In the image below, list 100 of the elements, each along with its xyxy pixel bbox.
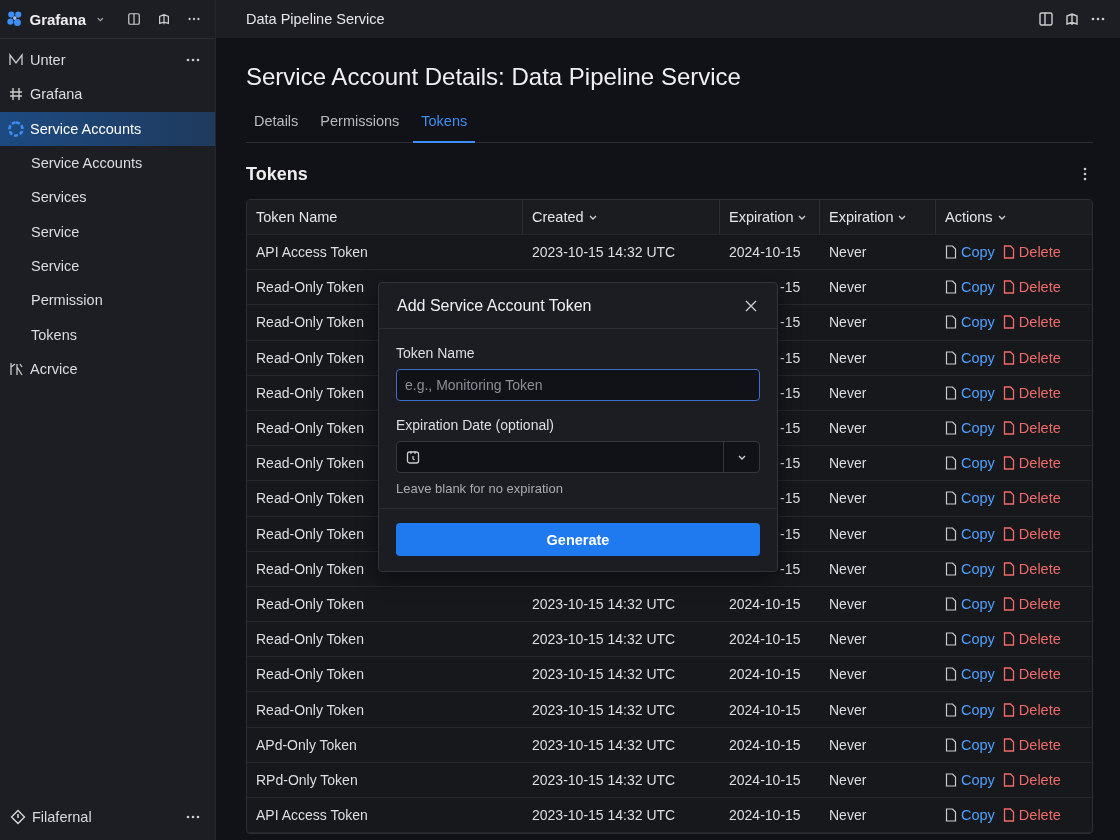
copy-link[interactable]: Copy (945, 244, 995, 261)
table-cell: -15 (780, 560, 801, 577)
copy-link[interactable]: Copy (945, 525, 995, 542)
copy-link[interactable]: Copy (945, 560, 995, 577)
table-cell: 2023-10-15 14:32 UTC (532, 736, 676, 753)
delete-link[interactable]: Delete (1002, 314, 1061, 331)
table-cell: Never (829, 279, 867, 296)
copy-link[interactable]: Copy (945, 701, 995, 718)
file-icon (1002, 808, 1015, 823)
table-cell: -15 (780, 279, 801, 296)
info-diamond-icon (10, 809, 26, 825)
generate-button[interactable]: Generate (396, 523, 760, 556)
footer-label[interactable]: Filafernal (32, 809, 92, 825)
table-cell: Never (829, 420, 867, 437)
copy-link[interactable]: Copy (945, 420, 995, 437)
delete-link[interactable]: Delete (1002, 771, 1061, 788)
book-icon[interactable] (157, 11, 171, 27)
delete-link[interactable]: Delete (1002, 279, 1061, 296)
file-icon (1002, 596, 1015, 611)
nav-item[interactable]: Service (0, 248, 215, 284)
table-cell: Read-Only Token (256, 666, 364, 683)
delete-link[interactable]: Delete (1002, 349, 1061, 366)
nav-item[interactable]: Permission (0, 283, 215, 318)
token-name-field[interactable]: e.g., Monitoring Token (396, 369, 760, 401)
copy-link[interactable]: Copy (945, 384, 995, 401)
column-header[interactable]: Created (523, 200, 720, 234)
delete-link[interactable]: Delete (1002, 666, 1061, 683)
delete-link[interactable]: Delete (1002, 736, 1061, 753)
tab[interactable]: Permissions (312, 104, 408, 143)
table-cell: Never (829, 807, 867, 824)
table-cell: Never (829, 244, 867, 261)
table-cell: Never (829, 701, 867, 718)
file-icon (1002, 667, 1015, 682)
file-icon (1002, 491, 1015, 506)
page-title: Service Account Details: Data Pipeline Service (246, 62, 742, 92)
copy-link[interactable]: Copy (945, 595, 995, 612)
delete-link[interactable]: Delete (1002, 631, 1061, 648)
panel-icon[interactable] (126, 11, 141, 27)
table-cell: Read-Only Token (256, 420, 364, 437)
file-icon (945, 772, 957, 787)
delete-link[interactable]: Delete (1002, 807, 1061, 824)
file-icon (1002, 702, 1015, 717)
nav-item[interactable]: Tokens (0, 317, 215, 352)
delete-link[interactable]: Delete (1002, 701, 1061, 718)
file-icon (1002, 385, 1015, 400)
branch-icon (8, 360, 24, 377)
copy-link[interactable]: Copy (945, 631, 995, 648)
nav-item[interactable]: Service Accounts (0, 111, 215, 146)
copy-link[interactable]: Copy (945, 349, 995, 366)
copy-link[interactable]: Copy (945, 314, 995, 331)
table-cell: 2024-10-15 (729, 736, 801, 753)
table-cell: -15 (780, 420, 801, 437)
nav-item[interactable]: Grafana (0, 77, 215, 112)
delete-link[interactable]: Delete (1002, 525, 1061, 542)
file-icon (1002, 350, 1015, 365)
file-icon (945, 808, 957, 823)
hint-text: Leave blank for no expiration (396, 481, 564, 496)
table-cell: APd-Only Token (256, 736, 357, 753)
delete-link[interactable]: Delete (1002, 384, 1061, 401)
delete-link[interactable]: Delete (1002, 560, 1061, 577)
table-cell: Never (829, 314, 867, 331)
copy-link[interactable]: Copy (945, 771, 995, 788)
nav-item[interactable]: Acrvice (0, 351, 215, 386)
table-cell: Never (829, 349, 867, 366)
panel-icon[interactable] (1038, 11, 1054, 27)
delete-link[interactable]: Delete (1002, 420, 1061, 437)
copy-link[interactable]: Copy (945, 279, 995, 296)
copy-link[interactable]: Copy (945, 490, 995, 507)
logo-icon (6, 9, 24, 29)
brand-name[interactable]: Grafana (29, 10, 87, 28)
file-icon (945, 350, 957, 365)
table-cell: Never (829, 525, 867, 542)
file-icon (945, 561, 957, 576)
copy-link[interactable]: Copy (945, 666, 995, 683)
column-header[interactable]: Expiration (720, 200, 820, 234)
delete-link[interactable]: Delete (1002, 244, 1061, 261)
nav-item[interactable]: Services (0, 180, 215, 215)
file-icon (1002, 456, 1015, 471)
nav-item[interactable]: Service Accounts (0, 145, 215, 181)
copy-link[interactable]: Copy (945, 455, 995, 472)
delete-link[interactable]: Delete (1002, 490, 1061, 507)
copy-link[interactable]: Copy (945, 807, 995, 824)
column-header[interactable]: Token Name (247, 200, 523, 234)
column-header[interactable]: Actions (936, 200, 1092, 234)
file-icon (945, 385, 957, 400)
date-picker-field[interactable] (396, 441, 760, 473)
nav-item[interactable]: Unter (0, 43, 215, 78)
tab[interactable]: Details (246, 104, 307, 143)
tab[interactable]: Tokens (413, 104, 476, 143)
book-icon[interactable] (1064, 11, 1080, 27)
column-header[interactable]: Expiration (820, 200, 936, 234)
file-icon (945, 421, 957, 436)
table-cell: Read-Only Token (256, 701, 364, 718)
table-cell: -15 (780, 349, 801, 366)
delete-link[interactable]: Delete (1002, 595, 1061, 612)
delete-link[interactable]: Delete (1002, 455, 1061, 472)
table-cell: 2023-10-15 14:32 UTC (532, 595, 676, 612)
file-icon (1002, 772, 1015, 787)
copy-link[interactable]: Copy (945, 736, 995, 753)
nav-item[interactable]: Service (0, 214, 215, 249)
